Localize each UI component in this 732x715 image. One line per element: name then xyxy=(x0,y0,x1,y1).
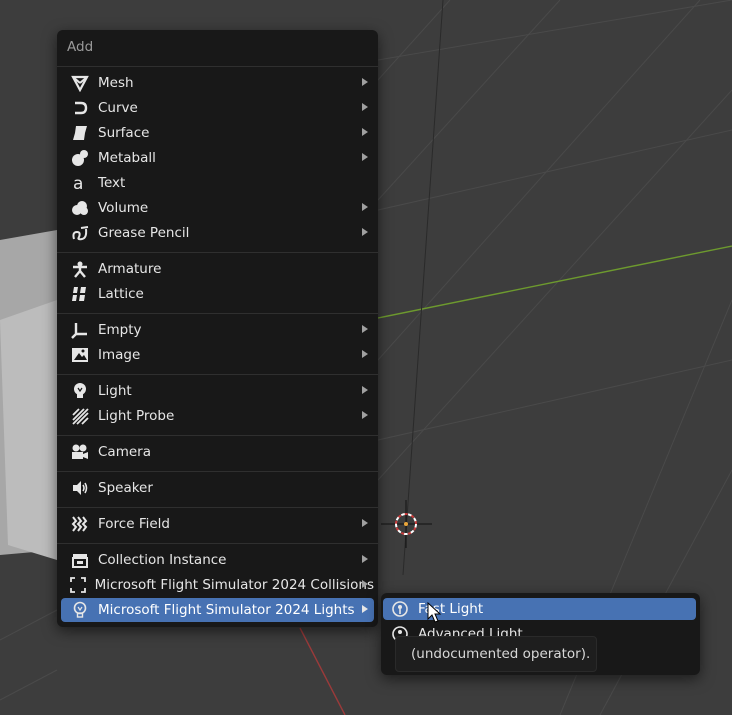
menu-item-label: Lattice xyxy=(98,286,144,302)
metaball-icon xyxy=(69,148,91,168)
submenu-arrow-icon xyxy=(362,325,368,333)
cube-face-side xyxy=(0,300,57,560)
lattice-icon xyxy=(69,284,91,304)
curve-icon xyxy=(69,98,91,118)
svg-text:a: a xyxy=(73,174,83,192)
menu-item-force-field[interactable]: Force Field xyxy=(61,512,374,536)
light-icon xyxy=(69,381,91,401)
submenu-arrow-icon xyxy=(362,103,368,111)
menu-separator xyxy=(57,543,378,544)
menu-item-label: Speaker xyxy=(98,480,153,496)
menu-item-armature[interactable]: Armature xyxy=(61,257,374,281)
submenu-arrow-icon xyxy=(362,228,368,236)
add-menu: Add Mesh Curve Surface Metaball a Text V… xyxy=(57,30,378,627)
operator-tooltip: (undocumented operator). xyxy=(395,636,597,672)
volume-icon xyxy=(69,198,91,218)
z-axis-line xyxy=(402,0,444,576)
menu-item-label: Light xyxy=(98,383,132,399)
menu-item-label: Armature xyxy=(98,261,162,277)
submenu-arrow-icon xyxy=(362,128,368,136)
menu-separator xyxy=(57,313,378,314)
submenu-arrow-icon xyxy=(362,153,368,161)
x-axis-line xyxy=(299,627,346,715)
menu-item-label: Microsoft Flight Simulator 2024 Lights xyxy=(98,602,355,618)
menu-item-msfs-lights[interactable]: Microsoft Flight Simulator 2024 Lights xyxy=(61,598,374,622)
menu-separator xyxy=(57,66,378,67)
image-icon xyxy=(69,345,91,365)
3d-cursor-icon[interactable] xyxy=(381,500,432,548)
grease-pencil-icon xyxy=(69,223,91,243)
menu-item-label: Force Field xyxy=(98,516,170,532)
menu-item-label: Mesh xyxy=(98,75,134,91)
mouse-cursor-icon xyxy=(427,602,442,623)
menu-title: Add xyxy=(67,39,94,55)
menu-item-label: Text xyxy=(98,175,126,191)
menu-item-label: Image xyxy=(98,347,141,363)
submenu-arrow-icon xyxy=(362,580,368,588)
menu-item-collection-instance[interactable]: Collection Instance xyxy=(61,548,374,572)
submenu-arrow-icon xyxy=(362,605,368,613)
menu-item-label: Curve xyxy=(98,100,138,116)
submenu-arrow-icon xyxy=(362,519,368,527)
collection-instance-icon xyxy=(69,550,91,570)
menu-separator xyxy=(57,435,378,436)
menu-item-label: Surface xyxy=(98,125,150,141)
menu-item-label: Light Probe xyxy=(98,408,175,424)
menu-item-light[interactable]: Light xyxy=(61,379,374,403)
menu-item-empty[interactable]: Empty xyxy=(61,318,374,342)
submenu-arrow-icon xyxy=(362,78,368,86)
menu-item-speaker[interactable]: Speaker xyxy=(61,476,374,500)
menu-item-volume[interactable]: Volume xyxy=(61,196,374,220)
submenu-arrow-icon xyxy=(362,350,368,358)
menu-item-mesh[interactable]: Mesh xyxy=(61,71,374,95)
text-icon: a xyxy=(69,173,91,193)
empty-icon xyxy=(69,320,91,340)
menu-item-camera[interactable]: Camera xyxy=(61,440,374,464)
y-axis-line xyxy=(377,245,732,319)
menu-separator xyxy=(57,507,378,508)
menu-separator xyxy=(57,374,378,375)
submenu-arrow-icon xyxy=(362,555,368,563)
menu-item-surface[interactable]: Surface xyxy=(61,121,374,145)
menu-item-lattice[interactable]: Lattice xyxy=(61,282,374,306)
surface-icon xyxy=(69,123,91,143)
submenu-arrow-icon xyxy=(362,203,368,211)
menu-item-grease-pencil[interactable]: Grease Pencil xyxy=(61,221,374,245)
menu-item-label: Metaball xyxy=(98,150,156,166)
menu-item-metaball[interactable]: Metaball xyxy=(61,146,374,170)
light-icon xyxy=(69,600,91,620)
armature-icon xyxy=(69,259,91,279)
menu-item-label: Camera xyxy=(98,444,151,460)
menu-item-label: Empty xyxy=(98,322,142,338)
light-probe-icon xyxy=(69,406,91,426)
menu-item-light-probe[interactable]: Light Probe xyxy=(61,404,374,428)
menu-item-curve[interactable]: Curve xyxy=(61,96,374,120)
menu-item-image[interactable]: Image xyxy=(61,343,374,367)
submenu-arrow-icon xyxy=(362,386,368,394)
speaker-icon xyxy=(69,478,91,498)
menu-separator xyxy=(57,252,378,253)
menu-item-msfs-collisions[interactable]: Microsoft Flight Simulator 2024 Collisio… xyxy=(61,573,374,597)
menu-separator xyxy=(57,471,378,472)
menu-item-label: Grease Pencil xyxy=(98,225,190,241)
submenu-arrow-icon xyxy=(362,411,368,419)
mesh-icon xyxy=(69,73,91,93)
menu-item-label: Volume xyxy=(98,200,149,216)
menu-item-text[interactable]: a Text xyxy=(61,171,374,195)
force-field-icon xyxy=(69,514,91,534)
menu-item-label: Microsoft Flight Simulator 2024 Collisio… xyxy=(94,577,374,593)
camera-icon xyxy=(69,442,91,462)
collisions-icon xyxy=(69,575,88,595)
light-icon xyxy=(389,599,411,619)
menu-item-label: Collection Instance xyxy=(98,552,227,568)
